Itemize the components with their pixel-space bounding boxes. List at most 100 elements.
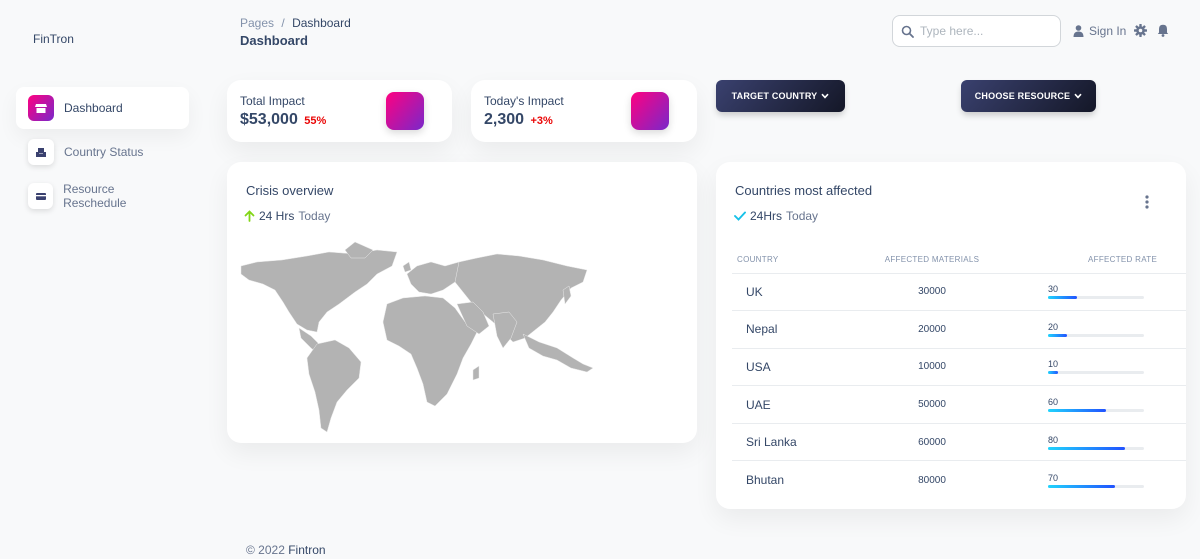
stat-value: 2,300 +3%	[484, 111, 553, 129]
breadcrumb-separator: /	[281, 16, 285, 30]
map-uk	[402, 261, 412, 273]
cell-rate: 70	[1002, 461, 1186, 499]
sidebar-item-label: Country Status	[64, 145, 144, 159]
stat-value: $53,000 55%	[240, 111, 326, 129]
progress-track	[1048, 371, 1144, 375]
stat-change: 55%	[304, 115, 327, 127]
progress-track	[1048, 296, 1144, 300]
shop-icon	[28, 95, 54, 121]
cell-country: UAE	[732, 385, 862, 424]
rate-value: 60	[1048, 397, 1059, 408]
cell-materials: 80000	[918, 474, 946, 486]
progress-track	[1048, 333, 1144, 337]
cell-materials: 60000	[862, 423, 1002, 462]
subtitle-bold: 24Hrs	[750, 209, 783, 223]
brand-logo[interactable]: FinTron	[33, 32, 74, 46]
progress-fill	[1048, 296, 1077, 300]
map-south-america	[306, 339, 362, 433]
more-options-button[interactable]	[1142, 194, 1152, 210]
stat-change: +3%	[530, 115, 553, 127]
table-row: Bhutan 80000 70	[732, 461, 1186, 499]
sign-in-link[interactable]: Sign In	[1073, 24, 1126, 38]
todays-impact-card: Today's Impact 2,300 +3%	[471, 80, 697, 142]
table-row: UK 30000 30	[732, 273, 1186, 312]
user-icon	[1073, 25, 1084, 37]
sidebar: Dashboard Country Status Resource Resche…	[16, 87, 189, 219]
sidebar-item-dashboard[interactable]: Dashboard	[16, 87, 189, 129]
crisis-overview-card: Crisis overview 24 Hrs Today	[227, 162, 697, 443]
rate-value: 10	[1048, 359, 1059, 370]
map-india	[492, 311, 518, 349]
breadcrumb: Pages / Dashboard	[240, 16, 351, 30]
credit-card-icon	[28, 183, 54, 209]
progress-track	[1048, 484, 1144, 488]
column-header-materials: AFFECTED MATERIALS	[862, 247, 1002, 274]
search-icon	[901, 25, 914, 38]
progress-fill	[1048, 484, 1116, 488]
sign-in-label: Sign In	[1089, 24, 1127, 38]
table-row: UAE 50000 60	[732, 385, 1186, 424]
column-header-rate: AFFECTED RATE	[1002, 247, 1186, 274]
cell-country: USA	[732, 348, 862, 387]
total-impact-card: Total Impact $53,000 55%	[227, 80, 452, 142]
gear-icon	[1134, 24, 1147, 37]
chevron-down-icon	[821, 93, 829, 99]
footer-brand-link[interactable]: Fintron	[288, 543, 325, 557]
cell-materials: 30000	[862, 273, 1002, 312]
rate-value: 20	[1048, 321, 1059, 332]
map-madagascar	[472, 365, 480, 381]
stat-number: 2,300	[484, 111, 525, 128]
sidebar-item-label: Dashboard	[64, 101, 123, 115]
stat-label: Today's Impact	[484, 94, 564, 108]
world-map[interactable]	[227, 162, 697, 443]
chevron-down-icon	[1074, 93, 1082, 99]
choose-resource-dropdown[interactable]: CHOOSE RESOURCE	[961, 80, 1096, 112]
table-row: USA 10000 10	[732, 348, 1186, 387]
rate-value: 30	[1048, 284, 1059, 295]
cell-rate: 80	[1002, 423, 1186, 462]
cell-country: Sri Lanka	[732, 423, 862, 462]
table-row: Sri Lanka 60000 80	[732, 423, 1186, 462]
progress-fill	[1048, 446, 1125, 450]
progress-fill	[1048, 333, 1068, 337]
subtitle-rest: Today	[786, 209, 819, 223]
sidebar-item-country-status[interactable]: Country Status	[16, 131, 189, 173]
target-country-label: TARGET COUNTRY	[731, 91, 818, 101]
footer-copyright: © 2022	[246, 543, 285, 557]
table-row: Nepal 20000 20	[732, 310, 1186, 349]
office-icon	[28, 139, 54, 165]
stat-icon	[386, 92, 424, 130]
search-box[interactable]	[892, 15, 1061, 47]
table-header-row: COUNTRY AFFECTED MATERIALS AFFECTED RATE	[732, 247, 1186, 274]
target-country-dropdown[interactable]: TARGET COUNTRY	[716, 80, 845, 112]
cell-rate: 20	[1002, 310, 1186, 349]
map-europe	[406, 261, 464, 295]
sidebar-item-resource-reschedule[interactable]: Resource Reschedule	[16, 175, 189, 217]
column-header-country: COUNTRY	[732, 247, 862, 274]
choose-resource-label: CHOOSE RESOURCE	[974, 91, 1071, 101]
cell-rate: 10	[1002, 348, 1186, 387]
card-subtitle: 24Hrs Today	[734, 209, 818, 223]
stat-label: Total Impact	[240, 94, 305, 108]
breadcrumb-root[interactable]: Pages	[240, 16, 274, 30]
cell-rate: 30	[1002, 273, 1186, 312]
affected-countries-table: COUNTRY AFFECTED MATERIALS AFFECTED RATE…	[732, 247, 1186, 499]
card-title: Countries most affected	[735, 183, 873, 198]
stat-number: $53,000	[240, 111, 298, 128]
check-icon	[734, 211, 746, 221]
ellipsis-vertical-icon	[1145, 195, 1149, 209]
cell-materials: 10000	[862, 348, 1002, 387]
countries-affected-card: Countries most affected 24Hrs Today COUN…	[716, 162, 1186, 509]
progress-fill	[1048, 409, 1106, 413]
search-input[interactable]	[920, 24, 1050, 38]
sidebar-item-label: Resource Reschedule	[63, 182, 127, 210]
cell-country: Nepal	[732, 310, 862, 349]
map-southeast-asia	[522, 333, 594, 373]
settings-button[interactable]	[1134, 24, 1147, 42]
progress-track	[1048, 409, 1144, 413]
footer: © 2022 Fintron	[246, 543, 326, 557]
bell-icon	[1157, 24, 1169, 37]
rate-value: 80	[1048, 434, 1059, 445]
cell-country: Bhutan	[746, 473, 785, 488]
notifications-button[interactable]	[1157, 24, 1169, 42]
